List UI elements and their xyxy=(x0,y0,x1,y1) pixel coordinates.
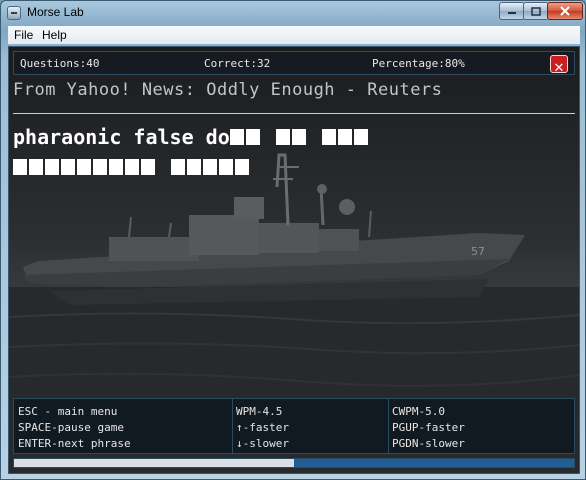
close-icon xyxy=(560,6,570,16)
menu-bar: File Help xyxy=(8,26,580,44)
title-bar[interactable]: Morse Lab xyxy=(1,1,585,25)
minimize-icon xyxy=(508,12,516,14)
close-game-button[interactable]: ✕ xyxy=(550,55,568,76)
hidden-letter-block xyxy=(291,129,306,145)
news-source: From Yahoo! News: Oddly Enough - Reuters xyxy=(13,80,443,100)
phrase-line-2 xyxy=(13,152,573,182)
cwpm-faster-hint[interactable]: PGUP-faster xyxy=(392,421,465,434)
hidden-letter-block xyxy=(77,159,91,175)
hidden-letter-block xyxy=(61,159,75,175)
enter-next-phrase-hint[interactable]: ENTER-next phrase xyxy=(18,437,131,450)
menu-help[interactable]: Help xyxy=(42,28,67,42)
esc-main-menu-hint[interactable]: ESC - main menu xyxy=(18,405,117,418)
hidden-letter-block xyxy=(337,129,352,145)
divider xyxy=(13,113,575,114)
hidden-letter-block xyxy=(219,159,233,175)
hidden-letter-block xyxy=(93,159,107,175)
hidden-letter-block xyxy=(45,159,59,175)
game-area[interactable]: 57 Questions:40 Correct:32 Percentage:80… xyxy=(8,46,580,474)
hidden-letter-block xyxy=(229,129,244,145)
phrase-progress-bar xyxy=(13,458,575,468)
cwpm-slower-hint[interactable]: PGDN-slower xyxy=(392,437,465,450)
hidden-letter-block xyxy=(125,159,139,175)
close-icon: ✕ xyxy=(553,61,565,76)
hidden-letter-block xyxy=(29,159,43,175)
hidden-letter-block xyxy=(141,159,155,175)
wpm-faster-hint[interactable]: ↑-faster xyxy=(236,421,289,434)
hidden-letter-block xyxy=(321,129,336,145)
wpm-slower-hint[interactable]: ↓-slower xyxy=(236,437,289,450)
questions-count: Questions:40 xyxy=(20,57,100,70)
minimize-button[interactable] xyxy=(499,2,525,20)
menu-file[interactable]: File xyxy=(14,28,33,42)
window-title: Morse Lab xyxy=(27,5,84,19)
morse-phrase: pharaonic false do xyxy=(13,122,573,182)
space-pause-hint[interactable]: SPACE-pause game xyxy=(18,421,124,434)
phrase-line-1: pharaonic false do xyxy=(13,122,573,152)
hidden-letter-block xyxy=(235,159,249,175)
percentage-value: Percentage:80% xyxy=(372,57,465,70)
hidden-letter-block xyxy=(203,159,217,175)
controls-column-cwpm: CWPM-5.0 PGUP-faster PGDN-slower xyxy=(388,399,574,453)
hidden-letter-block xyxy=(109,159,123,175)
score-panel: Questions:40 Correct:32 Percentage:80% ✕ xyxy=(13,51,575,76)
hidden-letter-block xyxy=(13,159,27,175)
hidden-letter-block xyxy=(245,129,260,145)
correct-count: Correct:32 xyxy=(204,57,271,70)
hidden-letter-block xyxy=(353,129,368,145)
maximize-icon xyxy=(531,6,541,16)
svg-text:57: 57 xyxy=(471,245,485,258)
hidden-letter-block xyxy=(275,129,290,145)
maximize-button[interactable] xyxy=(523,2,549,20)
controls-column-keys: ESC - main menu SPACE-pause game ENTER-n… xyxy=(14,399,233,453)
controls-column-wpm: WPM-4.5 ↑-faster ↓-slower xyxy=(232,399,389,453)
hidden-letter-block xyxy=(171,159,185,175)
cwpm-value: CWPM-5.0 xyxy=(392,405,445,418)
app-icon xyxy=(7,6,21,20)
hidden-letter-block xyxy=(187,159,201,175)
revealed-text: pharaonic false do xyxy=(13,125,230,149)
app-window: Morse Lab File Help 57 Questions:40 Corr… xyxy=(0,0,586,480)
window-close-button[interactable] xyxy=(547,2,583,20)
progress-fill xyxy=(14,459,294,467)
controls-panel: ESC - main menu SPACE-pause game ENTER-n… xyxy=(13,398,575,454)
wpm-value: WPM-4.5 xyxy=(236,405,283,418)
